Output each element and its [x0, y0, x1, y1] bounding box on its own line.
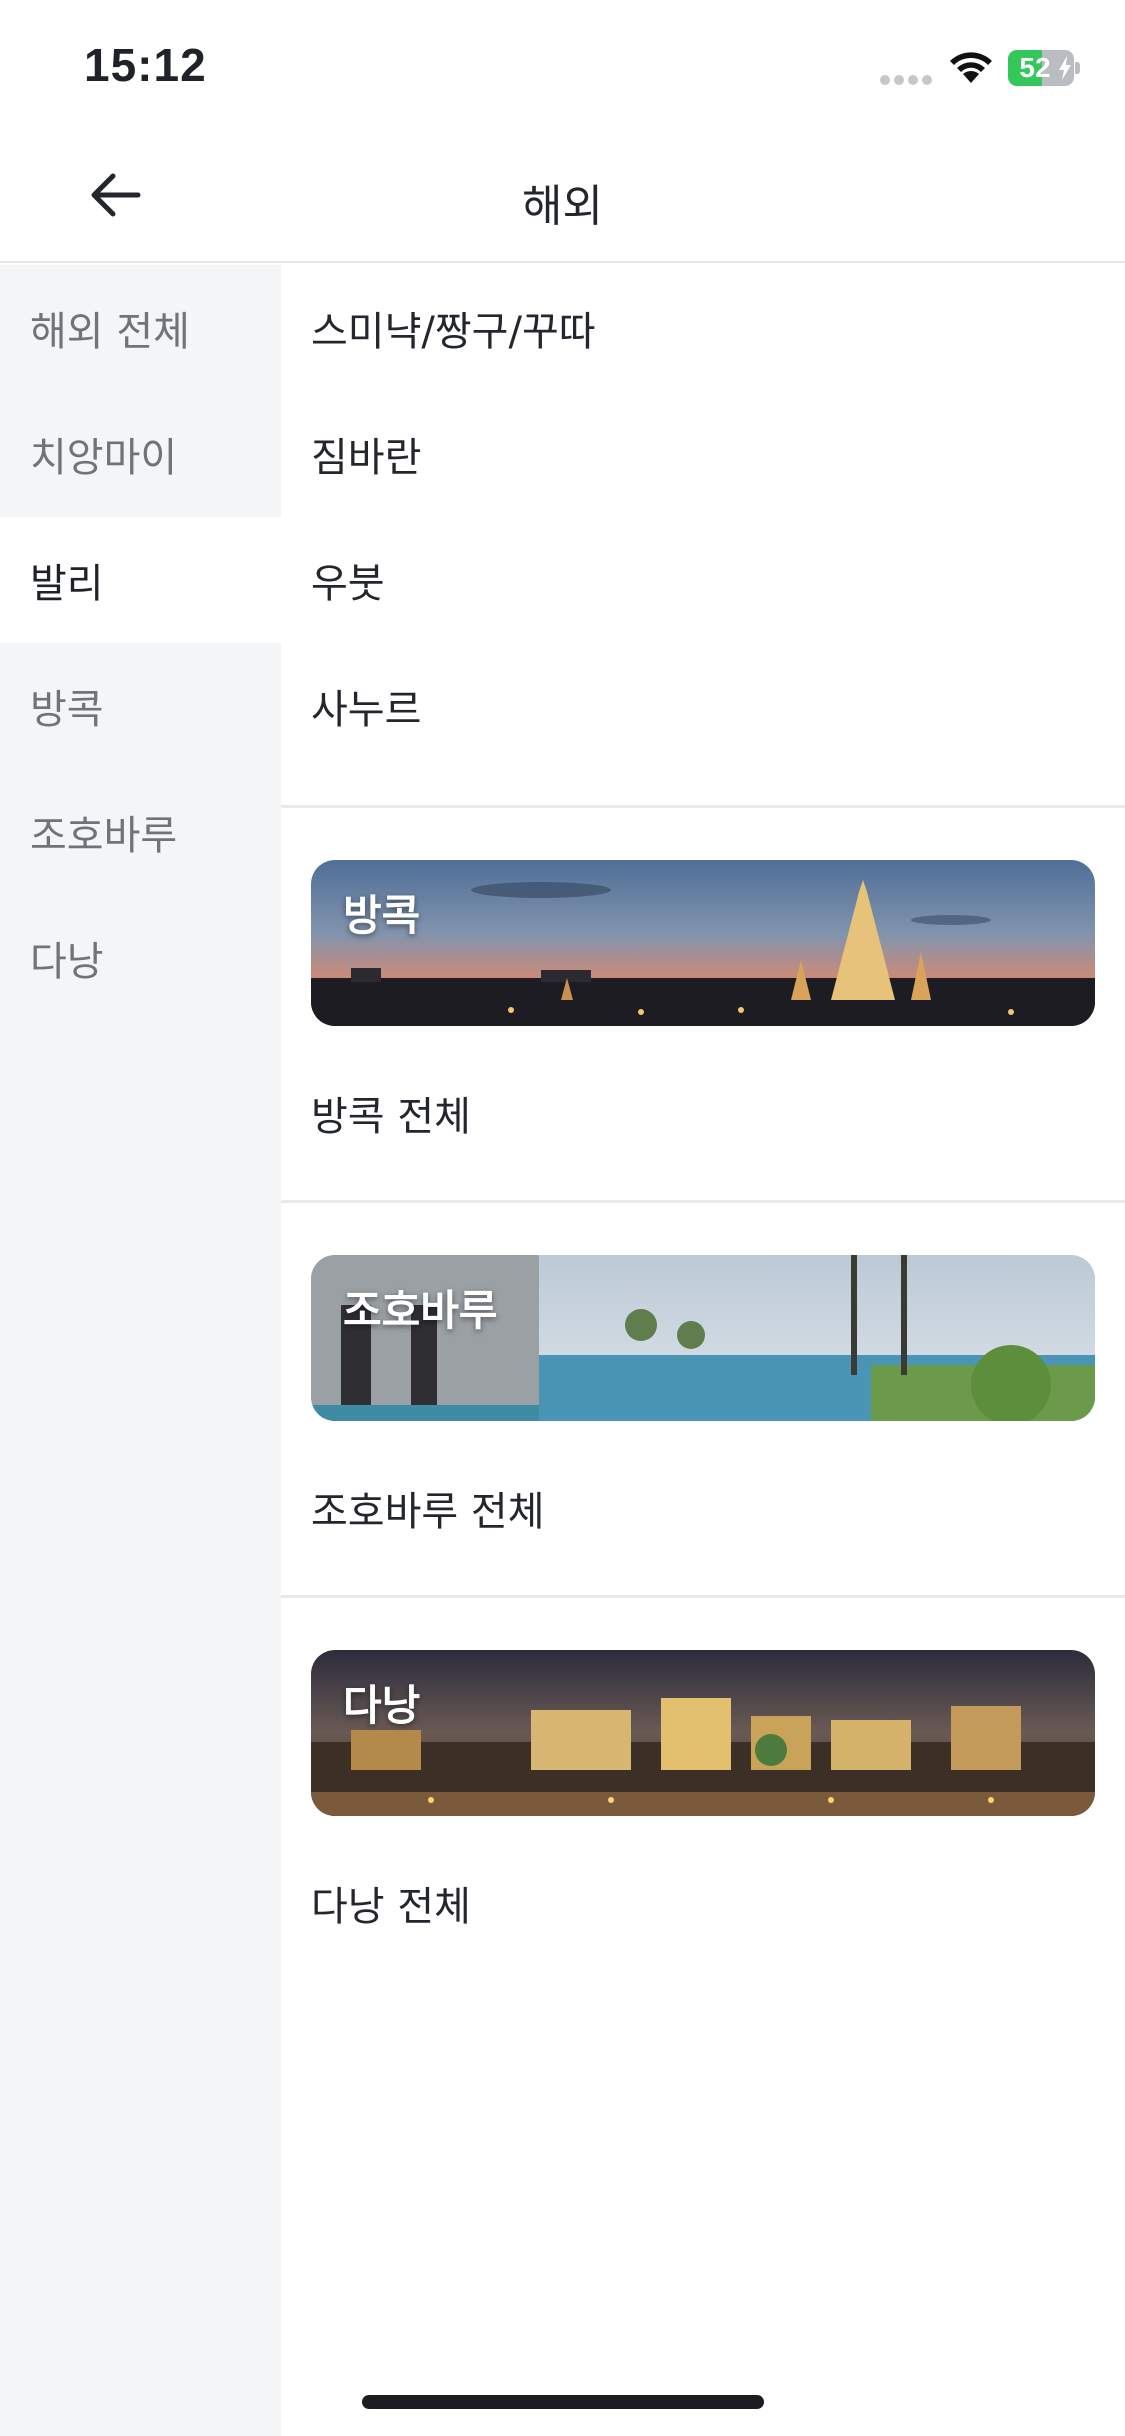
- sidebar-item-bangkok[interactable]: 방콕: [0, 643, 281, 769]
- region-item-sanur[interactable]: 사누르: [281, 643, 1125, 769]
- sidebar-item-da-nang[interactable]: 다낭: [0, 895, 281, 1021]
- sidebar-item-johor-bahru[interactable]: 조호바루: [0, 769, 281, 895]
- cellular-signal-icon: [880, 70, 936, 89]
- page-title: 해외: [522, 181, 603, 232]
- region-content: 스미냑/짱구/꾸따 짐바란 우붓 사누르 방콕 방콕 전체 조호바루 조호바루 …: [281, 265, 1125, 2436]
- bangkok-banner[interactable]: 방콕: [311, 860, 1095, 1026]
- region-item-seminyak[interactable]: 스미냑/짱구/꾸따: [281, 265, 1125, 391]
- bangkok-all-item[interactable]: 방콕 전체: [281, 1026, 1125, 1200]
- region-item-ubud[interactable]: 우붓: [281, 517, 1125, 643]
- da-nang-riverside-photo: [311, 1650, 1095, 1816]
- status-time: 15:12: [84, 39, 207, 91]
- sidebar-item-bali[interactable]: 발리: [0, 517, 281, 643]
- da-nang-all-item[interactable]: 다낭 전체: [281, 1816, 1125, 1990]
- battery-icon: 52: [1008, 50, 1080, 86]
- battery-level: 52: [1019, 52, 1051, 83]
- bangkok-temple-photo: [311, 860, 1095, 1026]
- sidebar-item-overseas-all[interactable]: 해외 전체: [0, 265, 281, 391]
- region-item-jimbaran[interactable]: 짐바란: [281, 391, 1125, 517]
- johor-bahru-all-item[interactable]: 조호바루 전체: [281, 1421, 1125, 1595]
- sidebar-item-chiang-mai[interactable]: 치앙마이: [0, 391, 281, 517]
- region-sidebar: 해외 전체 치앙마이 발리 방콕 조호바루 다낭: [0, 265, 281, 2436]
- section-divider: [281, 805, 1125, 808]
- section-divider: [281, 1200, 1125, 1203]
- banner-title: 방콕: [343, 891, 421, 940]
- johor-bahru-banner[interactable]: 조호바루: [311, 1255, 1095, 1421]
- charging-bolt-icon: [1058, 56, 1072, 84]
- section-divider: [281, 1595, 1125, 1598]
- banner-title: 조호바루: [343, 1286, 498, 1335]
- banner-title: 다낭: [343, 1681, 421, 1730]
- status-bar: 15:12 52: [0, 0, 1125, 130]
- wifi-icon: [948, 50, 994, 88]
- da-nang-banner[interactable]: 다낭: [311, 1650, 1095, 1816]
- home-indicator: [362, 2395, 764, 2409]
- navigation-bar: 해외: [0, 130, 1125, 263]
